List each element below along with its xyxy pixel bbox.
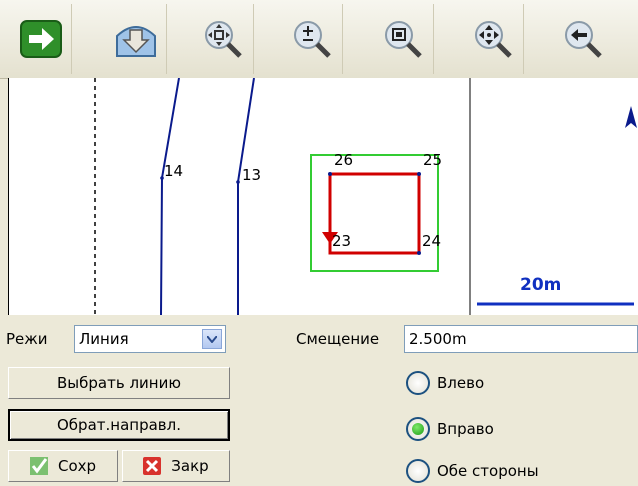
zoom-extent-icon [204, 21, 242, 58]
point-label-26: 26 [334, 151, 354, 169]
radio-left[interactable] [406, 371, 430, 395]
zoom-extent-button[interactable] [192, 4, 254, 74]
offset-value: 2.500m [409, 330, 467, 348]
close-button[interactable]: Закр [122, 450, 230, 482]
pan-icon [474, 21, 512, 58]
radio-right-label: Вправо [437, 420, 494, 438]
radio-both-label: Обе стороны [437, 462, 539, 480]
zoom-window-icon [384, 21, 422, 58]
close-icon [143, 457, 162, 475]
back-icon [565, 21, 602, 58]
mode-label: Режи [6, 330, 48, 348]
radio-both[interactable] [406, 459, 430, 483]
download-button[interactable] [105, 4, 167, 74]
chevron-down-icon[interactable] [202, 329, 222, 349]
arrow-right-button[interactable] [10, 4, 72, 74]
point-label-24: 24 [422, 232, 442, 250]
zoom-in-out-button[interactable] [281, 4, 343, 74]
pan-button[interactable] [462, 4, 524, 74]
zoom-window-button[interactable] [372, 4, 434, 74]
polyline-13 [237, 78, 255, 315]
arrow-right-icon [19, 20, 62, 58]
reverse-direction-button[interactable]: Обрат.направл. [8, 409, 230, 441]
toolbar [0, 0, 638, 79]
select-line-button[interactable]: Выбрать линию [8, 367, 230, 399]
offset-input[interactable]: 2.500m [404, 325, 638, 353]
mode-value: Линия [79, 330, 129, 348]
back-button[interactable] [552, 4, 614, 74]
map-view[interactable]: 14 13 26 25 23 24 20m [8, 78, 638, 315]
mode-select[interactable]: Линия [74, 325, 226, 353]
point-label-25: 25 [423, 151, 443, 169]
close-label: Закр [171, 457, 209, 475]
save-label: Сохр [57, 457, 97, 475]
point-label-13: 13 [242, 166, 262, 184]
polyline-14 [160, 78, 180, 315]
save-button[interactable]: Сохр [8, 450, 118, 482]
checkmark-icon [29, 457, 48, 475]
offset-label: Смещение [296, 330, 380, 348]
radio-right[interactable] [406, 417, 430, 441]
radio-left-label: Влево [437, 374, 485, 392]
point-label-14: 14 [164, 162, 184, 180]
scale-label: 20m [520, 275, 562, 295]
north-arrow-icon [625, 106, 637, 128]
zoom-in-out-icon [293, 21, 331, 58]
point-label-23: 23 [332, 232, 352, 250]
radio-right-selected-dot [412, 423, 424, 435]
download-arrow-icon [115, 26, 156, 57]
